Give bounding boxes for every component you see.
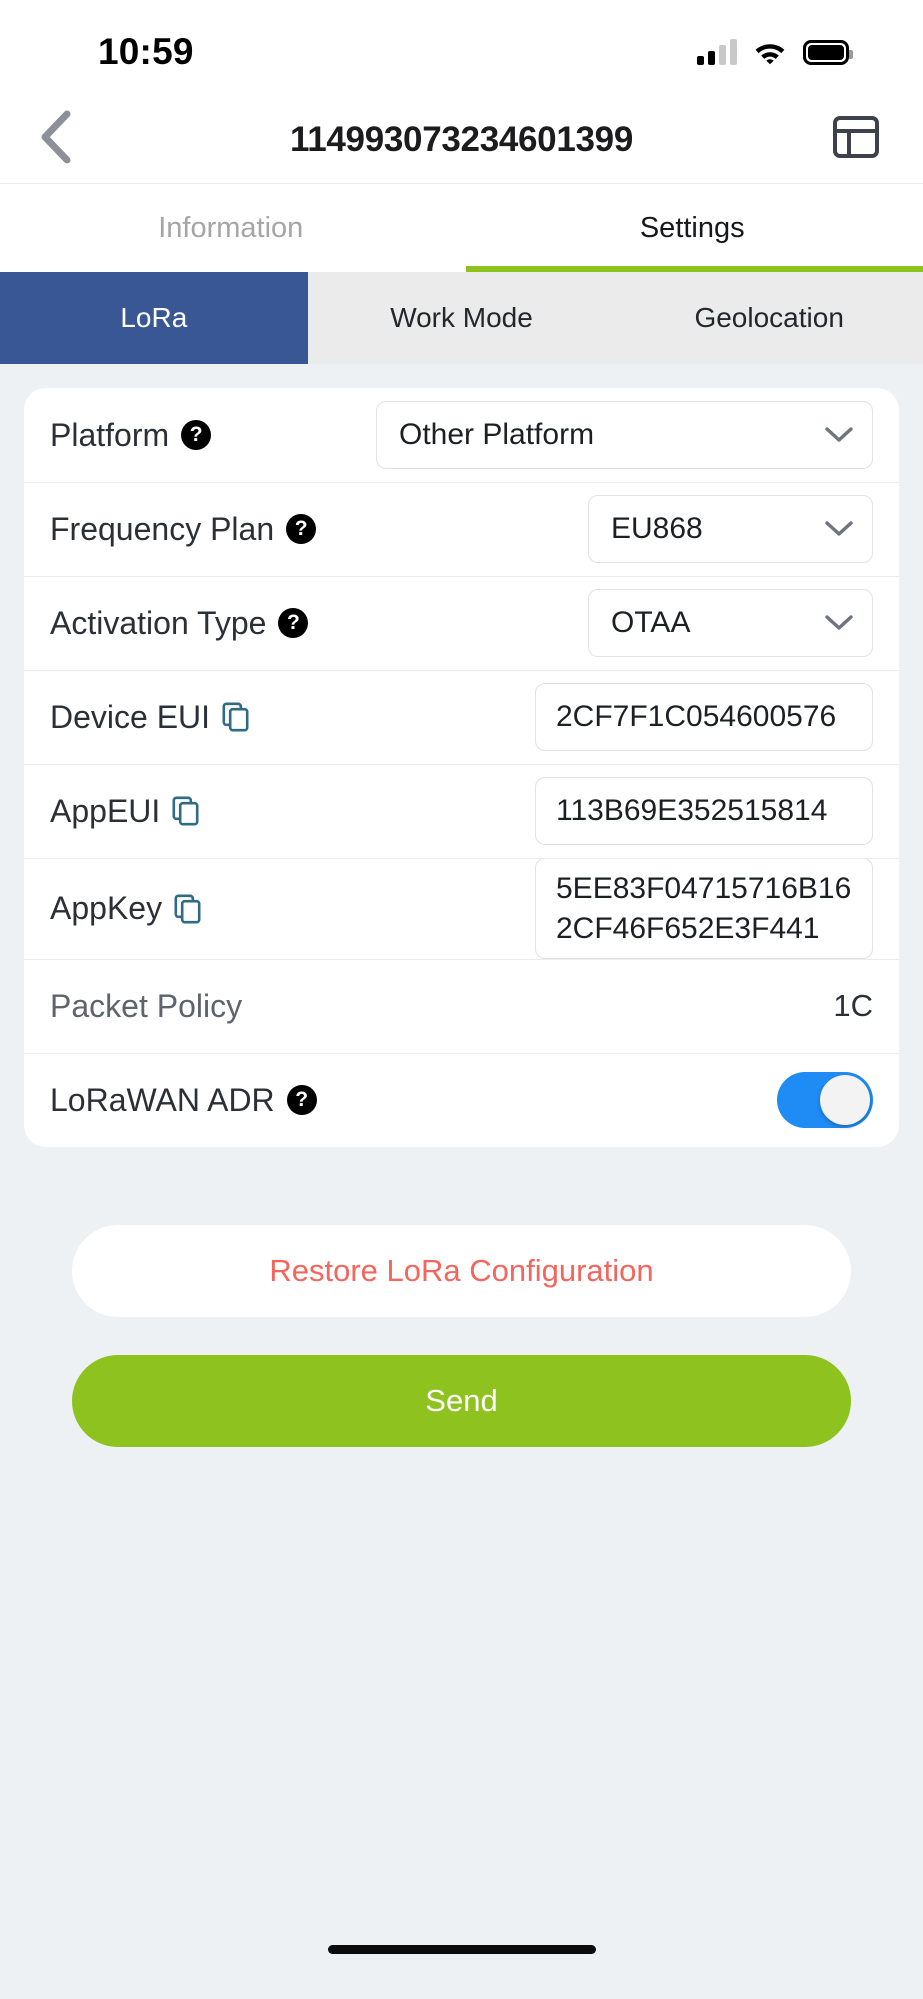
activation-type-label-group: Activation Type ? bbox=[50, 604, 309, 642]
tab-settings[interactable]: Settings bbox=[462, 184, 923, 272]
nav-bar: 114993073234601399 bbox=[0, 96, 923, 184]
copy-icon[interactable] bbox=[172, 796, 200, 826]
lora-settings-card: Platform ? Other Platform Frequency Plan… bbox=[24, 388, 899, 1148]
platform-help-icon[interactable]: ? bbox=[181, 420, 212, 450]
segmented-control: LoRa Work Mode Geolocation bbox=[0, 272, 923, 364]
platform-select[interactable]: Other Platform bbox=[376, 401, 873, 469]
toggle-knob bbox=[820, 1075, 870, 1126]
frequency-plan-label: Frequency Plan bbox=[50, 510, 275, 547]
platform-label-group: Platform ? bbox=[50, 416, 212, 454]
wifi-icon bbox=[753, 39, 787, 65]
status-bar: 10:59 bbox=[0, 0, 923, 96]
row-app-key: AppKey 5EE83F04715716B162CF46F652E3F441 bbox=[24, 858, 899, 960]
app-key-input[interactable]: 5EE83F04715716B162CF46F652E3F441 bbox=[535, 858, 873, 960]
activation-type-select[interactable]: OTAA bbox=[588, 589, 873, 657]
home-indicator-area bbox=[0, 1899, 923, 1999]
tab-information[interactable]: Information bbox=[0, 184, 462, 272]
tab-settings-label: Settings bbox=[639, 211, 745, 244]
status-time: 10:59 bbox=[98, 31, 194, 72]
row-lorawan-adr: LoRaWAN ADR ? bbox=[24, 1053, 899, 1147]
segment-lora-label: LoRa bbox=[120, 302, 188, 333]
status-icons bbox=[697, 39, 853, 65]
battery-icon bbox=[803, 39, 853, 65]
chevron-left-icon bbox=[38, 110, 72, 169]
app-eui-label-group: AppEUI bbox=[50, 793, 200, 830]
row-platform: Platform ? Other Platform bbox=[24, 388, 899, 482]
lorawan-adr-help-icon[interactable]: ? bbox=[286, 1085, 317, 1116]
activation-type-value: OTAA bbox=[611, 606, 691, 639]
segment-geolocation[interactable]: Geolocation bbox=[615, 272, 923, 364]
cellular-signal-icon bbox=[697, 39, 737, 65]
app-eui-value: 113B69E352515814 bbox=[556, 794, 828, 828]
lorawan-adr-toggle[interactable] bbox=[777, 1072, 873, 1129]
home-indicator[interactable] bbox=[327, 1944, 596, 1954]
app-eui-input[interactable]: 113B69E352515814 bbox=[535, 777, 873, 845]
frequency-plan-label-group: Frequency Plan ? bbox=[50, 510, 317, 548]
back-button[interactable] bbox=[0, 110, 110, 169]
device-eui-label: Device EUI bbox=[50, 698, 211, 735]
frequency-plan-select[interactable]: EU868 bbox=[588, 495, 873, 563]
activation-type-label: Activation Type bbox=[50, 604, 267, 641]
segment-lora[interactable]: LoRa bbox=[0, 272, 308, 364]
chevron-down-icon bbox=[824, 520, 854, 538]
copy-icon[interactable] bbox=[222, 702, 250, 732]
row-device-eui: Device EUI 2CF7F1C054600576 bbox=[24, 670, 899, 764]
app-screen: 10:59 114993073234601399 Information Set… bbox=[0, 0, 923, 1999]
app-key-label: AppKey bbox=[50, 890, 163, 927]
page-title: 114993073234601399 bbox=[289, 119, 634, 159]
packet-policy-label: Packet Policy bbox=[50, 987, 243, 1024]
tab-information-label: Information bbox=[158, 211, 304, 244]
layout-panel-button[interactable] bbox=[831, 112, 881, 167]
packet-policy-value: 1C bbox=[833, 988, 873, 1024]
settings-scroll-area[interactable]: Platform ? Other Platform Frequency Plan… bbox=[0, 364, 923, 1899]
action-buttons: Restore LoRa Configuration Send bbox=[24, 1225, 899, 1448]
frequency-plan-value: EU868 bbox=[611, 512, 703, 545]
packet-policy-label-group: Packet Policy bbox=[50, 988, 242, 1025]
row-packet-policy: Packet Policy 1C bbox=[24, 959, 899, 1053]
lorawan-adr-label-group: LoRaWAN ADR ? bbox=[50, 1082, 317, 1119]
platform-label: Platform bbox=[50, 416, 170, 453]
segment-work-mode[interactable]: Work Mode bbox=[308, 272, 616, 364]
segment-work-mode-label: Work Mode bbox=[390, 302, 533, 333]
restore-lora-configuration-button[interactable]: Restore LoRa Configuration bbox=[72, 1225, 851, 1318]
send-button[interactable]: Send bbox=[72, 1355, 851, 1448]
device-eui-label-group: Device EUI bbox=[50, 699, 250, 736]
app-eui-label: AppEUI bbox=[50, 792, 161, 829]
device-eui-input[interactable]: 2CF7F1C054600576 bbox=[535, 683, 873, 751]
copy-icon[interactable] bbox=[174, 894, 202, 924]
app-key-label-group: AppKey bbox=[50, 890, 202, 927]
top-tab-bar: Information Settings bbox=[0, 184, 923, 272]
device-eui-value: 2CF7F1C054600576 bbox=[556, 700, 837, 734]
platform-value: Other Platform bbox=[399, 418, 595, 451]
activation-type-help-icon[interactable]: ? bbox=[278, 608, 309, 638]
app-key-value: 5EE83F04715716B162CF46F652E3F441 bbox=[556, 872, 852, 945]
frequency-plan-help-icon[interactable]: ? bbox=[286, 514, 317, 544]
layout-panel-icon bbox=[831, 112, 881, 167]
lorawan-adr-label: LoRaWAN ADR bbox=[50, 1081, 275, 1118]
chevron-down-icon bbox=[824, 426, 854, 444]
chevron-down-icon bbox=[824, 614, 854, 632]
row-frequency-plan: Frequency Plan ? EU868 bbox=[24, 482, 899, 576]
row-app-eui: AppEUI 113B69E352515814 bbox=[24, 764, 899, 858]
segment-geolocation-label: Geolocation bbox=[694, 302, 844, 333]
row-activation-type: Activation Type ? OTAA bbox=[24, 576, 899, 670]
